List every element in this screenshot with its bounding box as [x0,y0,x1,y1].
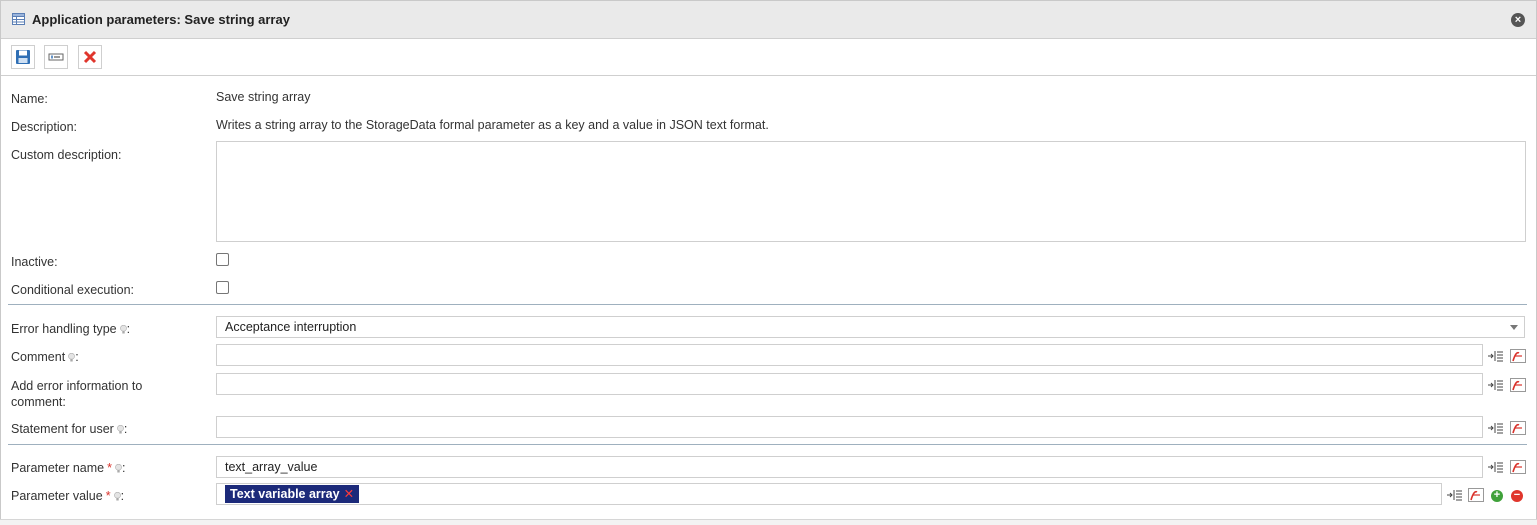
separator [8,304,1527,305]
conditional-execution-checkbox[interactable] [216,281,229,294]
comment-label: Comment: [11,350,79,364]
remove-tag-icon[interactable]: ✕ [344,487,354,501]
field-button[interactable] [44,45,68,69]
hint-icon [113,492,121,501]
formula-icon[interactable] [1468,488,1484,502]
insert-variable-icon[interactable] [1447,488,1463,502]
table-icon [12,13,25,25]
chevron-down-icon[interactable] [1510,325,1518,330]
close-icon[interactable]: × [1511,13,1525,27]
formula-icon[interactable] [1510,349,1526,363]
insert-variable-icon[interactable] [1488,460,1504,474]
description-value: Writes a string array to the StorageData… [216,118,769,132]
parameter-value-label: Parameter value *: [11,489,125,503]
inactive-label: Inactive: [11,255,58,269]
hint-icon [68,353,75,362]
parameter-value-text: Parameter value [11,489,103,503]
name-label: Name: [11,92,48,106]
toolbar [1,39,1536,76]
parameter-value-input[interactable]: Text variable array ✕ [216,483,1442,505]
parameter-name-input[interactable]: text_array_value [216,456,1483,478]
formula-icon[interactable] [1510,378,1526,392]
required-marker: * [107,461,112,475]
add-error-info-text-line1: Add error information to [11,379,143,393]
hint-icon [117,425,124,434]
inactive-checkbox[interactable] [216,253,229,266]
description-label: Description: [11,120,77,134]
comment-text: Comment [11,350,66,364]
conditional-execution-label: Conditional execution: [11,283,134,297]
add-error-info-text-line2: comment: [11,395,66,409]
hint-icon [115,464,122,473]
statement-for-user-input[interactable] [216,416,1483,438]
variable-tag: Text variable array ✕ [225,485,360,503]
error-handling-type-label: Error handling type: [11,322,131,336]
add-error-info-label: Add error information to comment: [11,378,142,410]
separator [8,444,1527,445]
comment-input[interactable] [216,344,1483,366]
dialog-title: Application parameters: Save string arra… [32,12,290,27]
add-error-info-input[interactable] [216,373,1483,395]
custom-description-textarea[interactable] [216,141,1526,242]
name-value: Save string array [216,90,311,104]
custom-description-label: Custom description: [11,148,122,162]
title-bar: Application parameters: Save string arra… [1,1,1536,39]
statement-for-user-label: Statement for user: [11,422,128,436]
save-button[interactable] [11,45,35,69]
insert-variable-icon[interactable] [1488,421,1504,435]
parameter-name-text: Parameter name [11,461,105,475]
delete-icon [83,50,97,64]
formula-icon[interactable] [1510,421,1526,435]
dialog-window: Application parameters: Save string arra… [0,0,1537,524]
hint-icon [119,325,127,334]
remove-icon[interactable]: − [1511,490,1523,502]
insert-variable-icon[interactable] [1488,349,1504,363]
formula-icon[interactable] [1510,460,1526,474]
bottom-scroll-area [0,519,1537,525]
required-marker: * [105,489,111,503]
add-icon[interactable]: + [1491,490,1503,502]
delete-button[interactable] [78,45,102,69]
input-field-icon [48,53,64,61]
error-handling-type-select[interactable]: Acceptance interruption [216,316,1525,338]
error-handling-type-text: Error handling type [11,322,117,336]
error-handling-type-value: Acceptance interruption [225,320,357,334]
insert-variable-icon[interactable] [1488,378,1504,392]
statement-for-user-text: Statement for user [11,422,114,436]
parameter-name-label: Parameter name *: [11,461,126,475]
variable-tag-label: Text variable array [230,487,340,501]
save-icon [16,50,30,64]
